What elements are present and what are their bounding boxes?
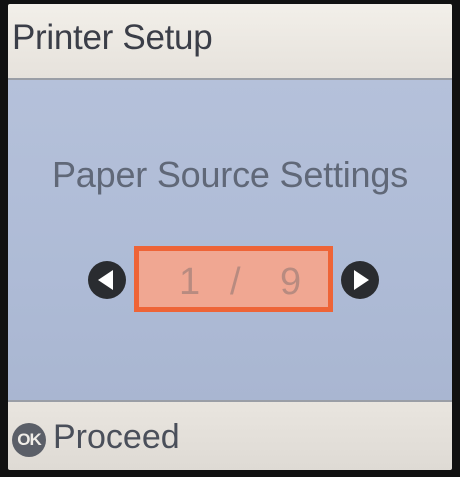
setting-heading: Paper Source Settings [51,154,408,195]
title-bar: Printer Setup [8,4,452,80]
page-separator: / [230,261,241,303]
left-arrow-circle-icon[interactable] [88,261,126,299]
page-selector: 1 / 9 [8,244,452,314]
right-arrow-glyph [354,270,369,290]
main-panel: Paper Source Settings 1 / 9 [8,80,452,400]
printer-lcd-screen: Printer Setup Paper Source Settings 1 / … [8,4,452,470]
current-page: 1 [179,261,201,303]
total-pages: 9 [280,261,302,303]
screen-title: Printer Setup [12,18,213,57]
ok-button-icon[interactable]: OK [12,423,46,457]
left-arrow-glyph [98,270,113,290]
page-counter[interactable]: 1 / 9 [134,246,333,312]
footer-bar: OK Proceed [8,400,452,470]
proceed-label: Proceed [53,418,180,456]
right-arrow-circle-icon[interactable] [341,261,379,299]
